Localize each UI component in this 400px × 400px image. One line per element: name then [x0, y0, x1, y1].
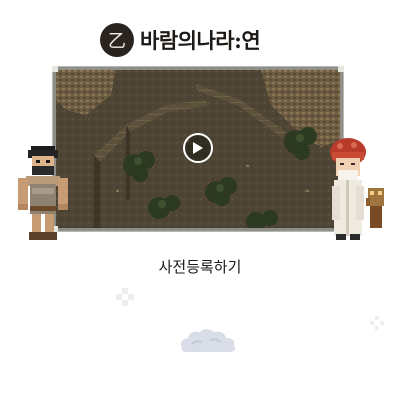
pre-register-link[interactable]: 사전등록하기	[0, 256, 400, 277]
frame-corner-tr	[338, 66, 344, 72]
game-logo: 乙 바람의나라:연	[100, 20, 300, 60]
warrior-character-illustration	[18, 146, 68, 240]
play-button[interactable]	[183, 133, 213, 163]
elder-character-illustration	[330, 138, 384, 240]
cloud-icon	[180, 329, 236, 352]
frame-corner-tl	[52, 66, 58, 72]
sparkle-icon	[116, 288, 134, 306]
logo-emblem: 乙	[100, 23, 134, 57]
play-icon	[193, 142, 203, 154]
sparkle-icon	[370, 316, 384, 330]
logo-emblem-glyph: 乙	[108, 31, 126, 52]
logo-title: 바람의나라:연	[140, 28, 261, 53]
